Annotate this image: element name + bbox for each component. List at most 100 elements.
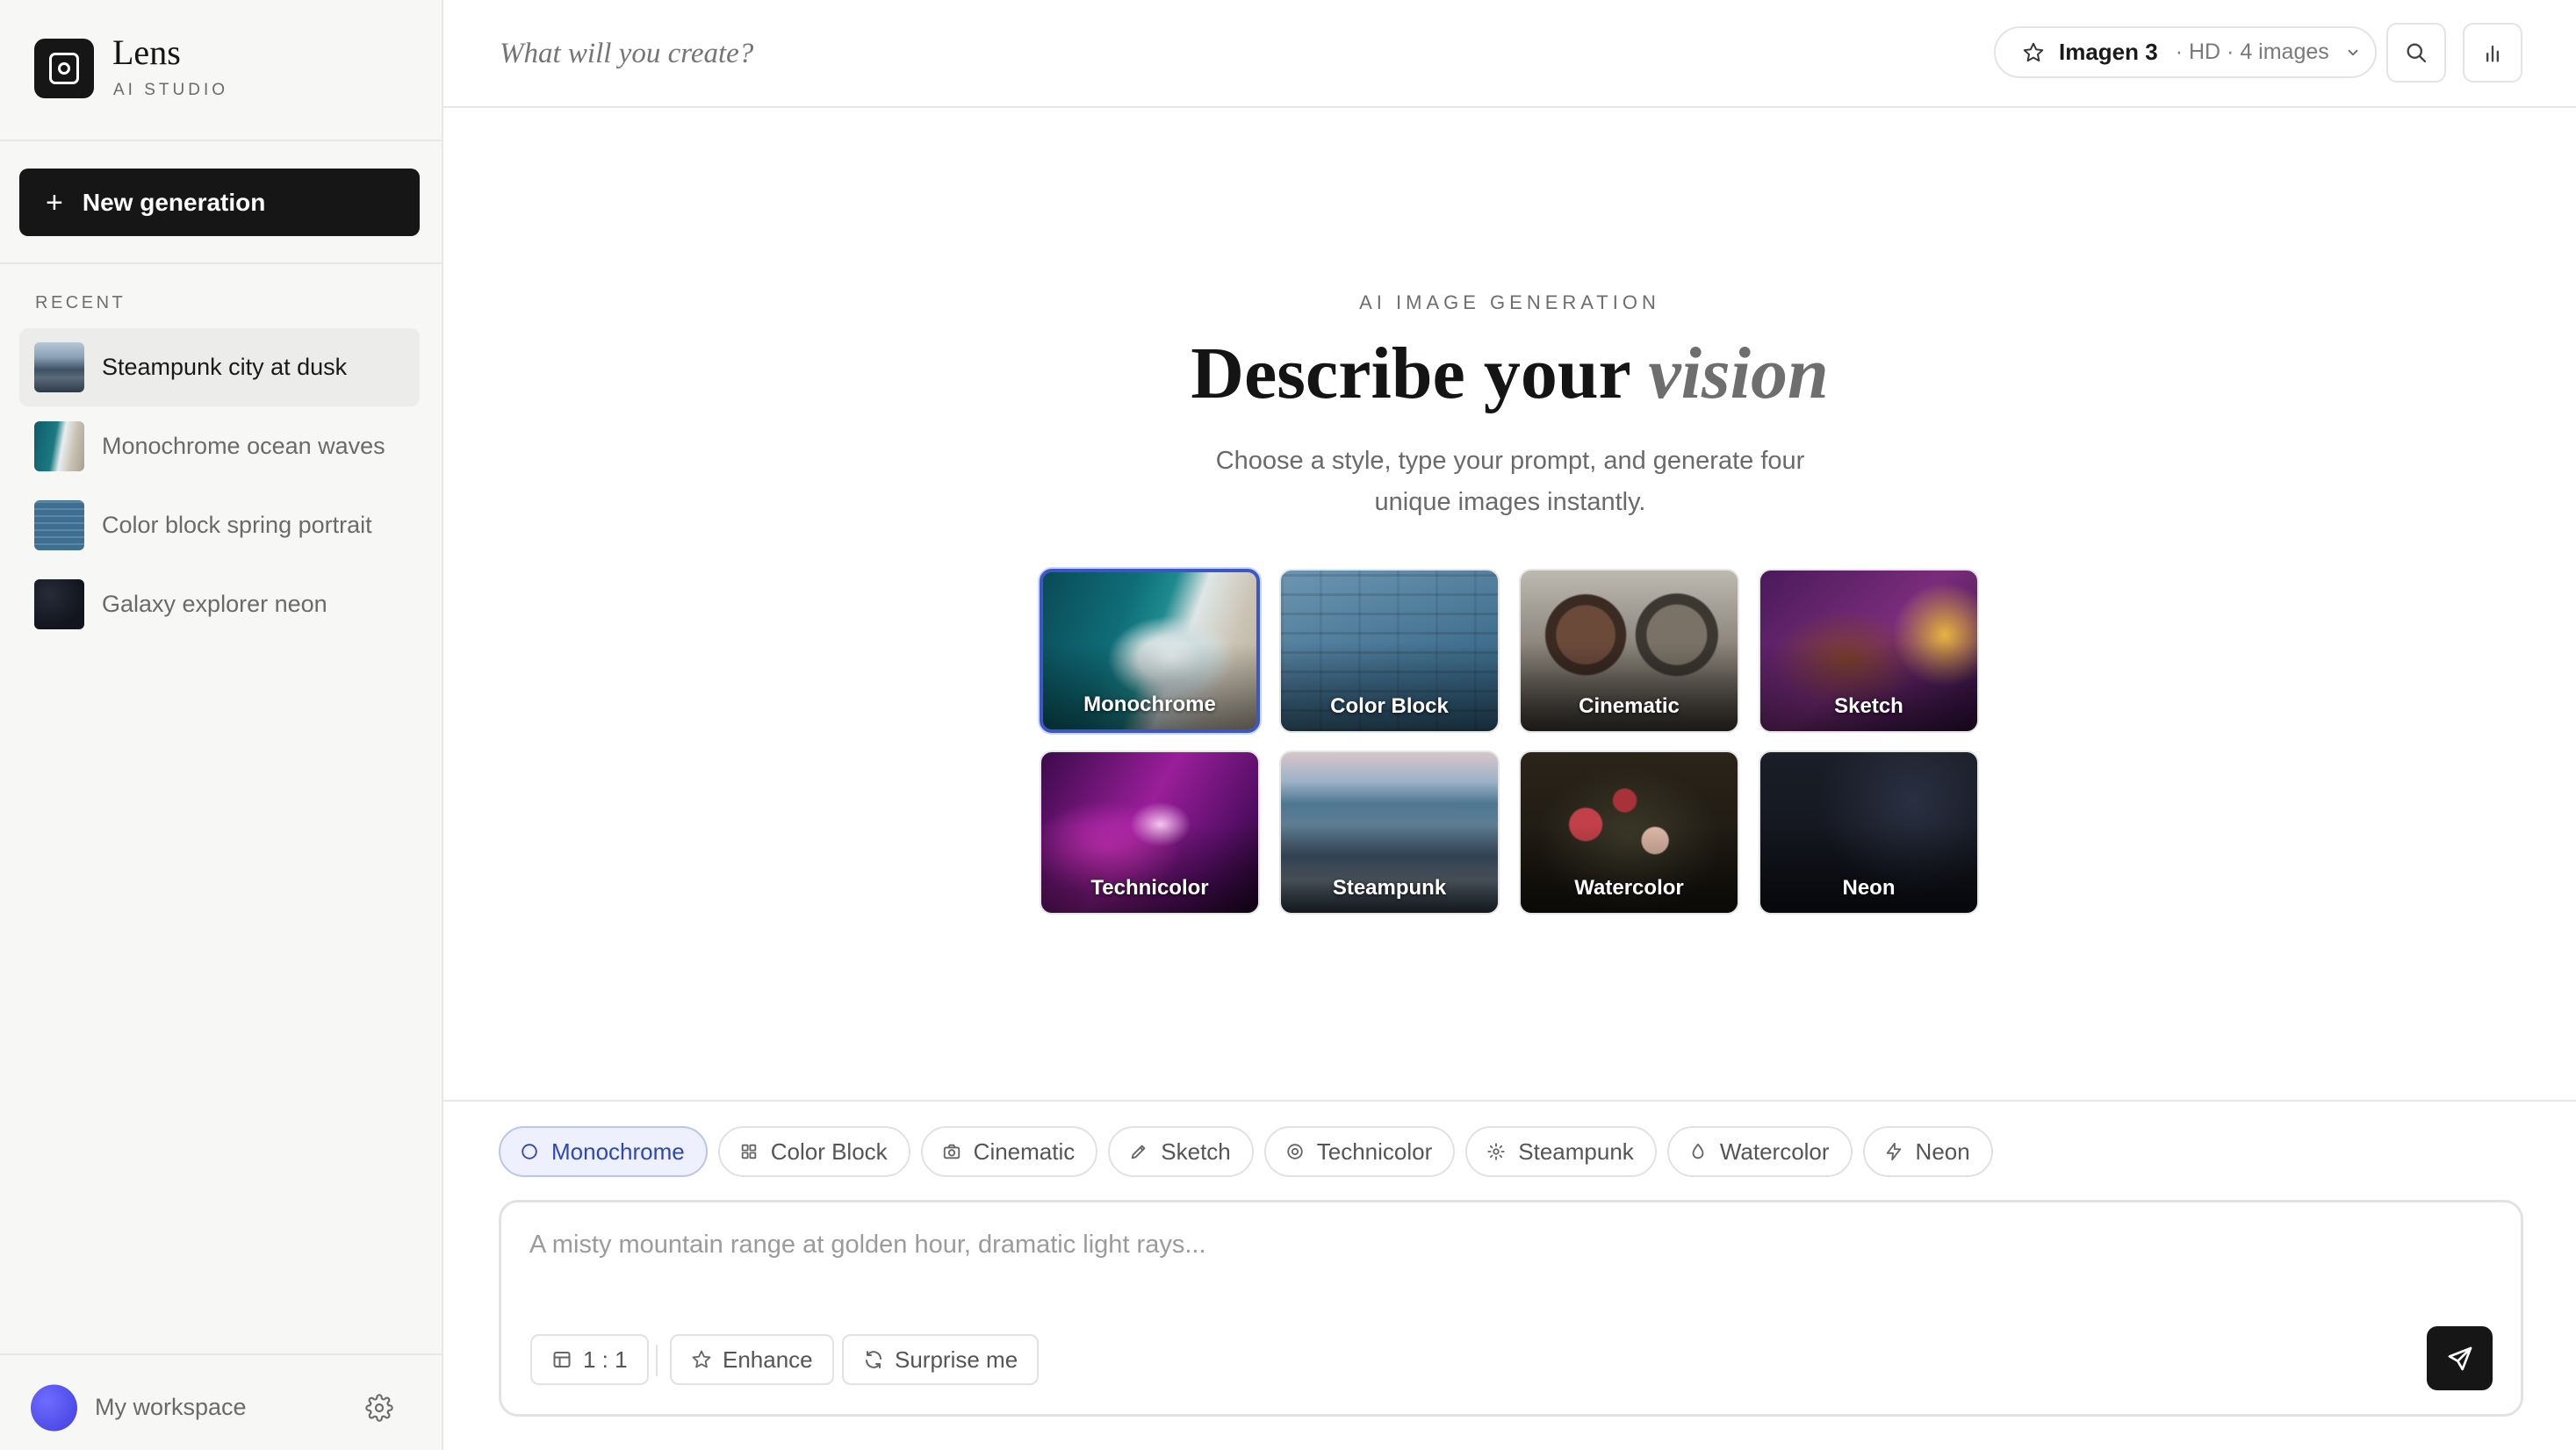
style-card-label: Steampunk xyxy=(1332,876,1447,900)
hero-eyebrow: AI IMAGE GENERATION xyxy=(1359,291,1660,313)
grid-icon xyxy=(741,1144,756,1159)
style-card-label: Watercolor xyxy=(1574,876,1684,900)
chip-color-block[interactable]: Color Block xyxy=(717,1126,910,1177)
hero-title-main: Describe your xyxy=(1191,333,1649,414)
star-icon xyxy=(2023,42,2044,61)
chevron-down-icon xyxy=(2348,49,2358,55)
plus-icon: + xyxy=(46,185,63,219)
recent-item-galaxy-explorer[interactable]: Galaxy explorer neon xyxy=(19,565,420,643)
chip-watercolor[interactable]: Watercolor xyxy=(1666,1126,1853,1177)
recent-item-steampunk-city[interactable]: Steampunk city at dusk xyxy=(19,328,420,406)
recent-item-label: Galaxy explorer neon xyxy=(102,591,327,617)
chip-label: Color Block xyxy=(770,1138,888,1165)
style-card-label: Monochrome xyxy=(1083,693,1216,716)
style-card-sketch[interactable]: Sketch xyxy=(1759,569,1979,733)
chip-label: Technicolor xyxy=(1316,1138,1433,1165)
search-icon xyxy=(2407,43,2427,63)
target-icon xyxy=(1287,1144,1303,1159)
chip-sketch[interactable]: Sketch xyxy=(1108,1126,1254,1177)
style-card-label: Technicolor xyxy=(1090,876,1209,900)
lens-logo-icon xyxy=(34,39,94,98)
star-icon xyxy=(692,1350,711,1368)
circle-icon xyxy=(522,1144,537,1159)
refresh-icon xyxy=(866,1351,881,1368)
chip-label: Sketch xyxy=(1161,1138,1231,1165)
chip-label: Monochrome xyxy=(551,1138,685,1165)
recent-item-label: Monochrome ocean waves xyxy=(102,433,385,459)
chip-label: Neon xyxy=(1915,1138,1970,1165)
surprise-label: Surprise me xyxy=(895,1346,1018,1373)
style-card-label: Cinematic xyxy=(1579,694,1680,718)
recent-thumb-night xyxy=(34,579,84,629)
style-card-cinematic[interactable]: Cinematic xyxy=(1519,569,1739,733)
aspect-ratio-button[interactable]: 1 : 1 xyxy=(530,1334,649,1385)
new-generation-label: New generation xyxy=(82,188,266,216)
recent-thumb-city xyxy=(34,342,84,392)
style-card-neon[interactable]: Neon xyxy=(1759,750,1979,915)
enhance-label: Enhance xyxy=(723,1346,813,1373)
style-card-monochrome[interactable]: Monochrome xyxy=(1040,569,1260,733)
recent-list: Steampunk city at dusk Monochrome ocean … xyxy=(19,328,420,644)
avatar[interactable] xyxy=(31,1384,77,1432)
recent-item-label: Steampunk city at dusk xyxy=(102,354,348,380)
sidebar-footer: My workspace xyxy=(0,1353,442,1450)
chip-label: Watercolor xyxy=(1719,1138,1830,1165)
send-button[interactable] xyxy=(2427,1326,2493,1390)
style-card-technicolor[interactable]: Technicolor xyxy=(1040,750,1260,915)
chip-label: Steampunk xyxy=(1518,1138,1634,1165)
style-grid: Monochrome Color Block Cinematic Sketch … xyxy=(1040,569,1984,915)
workspace-label[interactable]: My workspace xyxy=(95,1394,247,1421)
style-card-label: Neon xyxy=(1842,876,1896,900)
style-card-color-block[interactable]: Color Block xyxy=(1279,569,1500,733)
layout-icon xyxy=(553,1352,571,1367)
style-card-steampunk[interactable]: Steampunk xyxy=(1279,750,1500,915)
chip-cinematic[interactable]: Cinematic xyxy=(920,1126,1098,1177)
recent-item-color-block-portrait[interactable]: Color block spring portrait xyxy=(19,486,420,564)
recent-thumb-ocean xyxy=(34,421,84,471)
pencil-icon xyxy=(1132,1145,1146,1159)
hero-description: Choose a style, type your prompt, and ge… xyxy=(1215,447,1805,516)
sidebar: Lens AI STUDIO + New generation RECENT S… xyxy=(0,0,443,1450)
gear-icon[interactable] xyxy=(365,1394,393,1422)
brand-subtitle: AI STUDIO xyxy=(113,81,229,99)
chip-neon[interactable]: Neon xyxy=(1862,1126,1993,1177)
model-selector[interactable]: Imagen 3 · HD · 4 images xyxy=(1994,26,2377,78)
chip-steampunk[interactable]: Steampunk xyxy=(1465,1126,1657,1177)
chip-technicolor[interactable]: Technicolor xyxy=(1263,1126,1456,1177)
enhance-button[interactable]: Enhance xyxy=(670,1334,834,1385)
new-generation-button[interactable]: + New generation xyxy=(19,169,420,236)
prompt-textarea[interactable] xyxy=(529,1231,2461,1283)
send-icon xyxy=(2448,1346,2472,1370)
search-button[interactable] xyxy=(2386,23,2446,83)
hero-title-emphasis: vision xyxy=(1648,333,1829,414)
model-name: Imagen 3 xyxy=(2059,39,2158,65)
style-chips: Monochrome Color Block Cinematic Sketch … xyxy=(499,1126,1993,1177)
recent-heading: RECENT xyxy=(35,293,126,312)
style-card-label: Color Block xyxy=(1330,694,1449,718)
recent-item-label: Color block spring portrait xyxy=(102,512,372,538)
brand-header: Lens AI STUDIO xyxy=(0,0,442,141)
toolbar-separator xyxy=(656,1345,658,1376)
composer-divider xyxy=(443,1100,2576,1102)
style-card-watercolor[interactable]: Watercolor xyxy=(1519,750,1739,915)
chip-label: Cinematic xyxy=(973,1138,1076,1165)
chip-monochrome[interactable]: Monochrome xyxy=(499,1126,708,1177)
hero-title: Describe your vision xyxy=(443,333,2576,414)
aspect-ratio-label: 1 : 1 xyxy=(583,1346,628,1373)
bolt-icon xyxy=(1886,1142,1901,1161)
stats-button[interactable] xyxy=(2463,23,2522,83)
recent-thumb-bricks xyxy=(34,500,84,550)
surprise-me-button[interactable]: Surprise me xyxy=(842,1334,1040,1385)
style-card-label: Sketch xyxy=(1834,694,1903,718)
camera-icon xyxy=(943,1144,960,1159)
drop-icon xyxy=(1692,1143,1704,1159)
prompt-composer: 1 : 1 Enhance Surprise me xyxy=(499,1200,2523,1417)
bar-chart-icon xyxy=(2486,45,2499,62)
brand-name: Lens xyxy=(112,32,181,72)
model-meta: · HD · 4 images xyxy=(2175,39,2329,64)
top-bar: Imagen 3 · HD · 4 images xyxy=(443,0,2576,108)
sidebar-divider xyxy=(0,262,442,264)
prompt-search-input[interactable] xyxy=(500,32,1465,75)
recent-item-monochrome-ocean[interactable]: Monochrome ocean waves xyxy=(19,407,420,485)
gear-icon xyxy=(1487,1143,1505,1160)
